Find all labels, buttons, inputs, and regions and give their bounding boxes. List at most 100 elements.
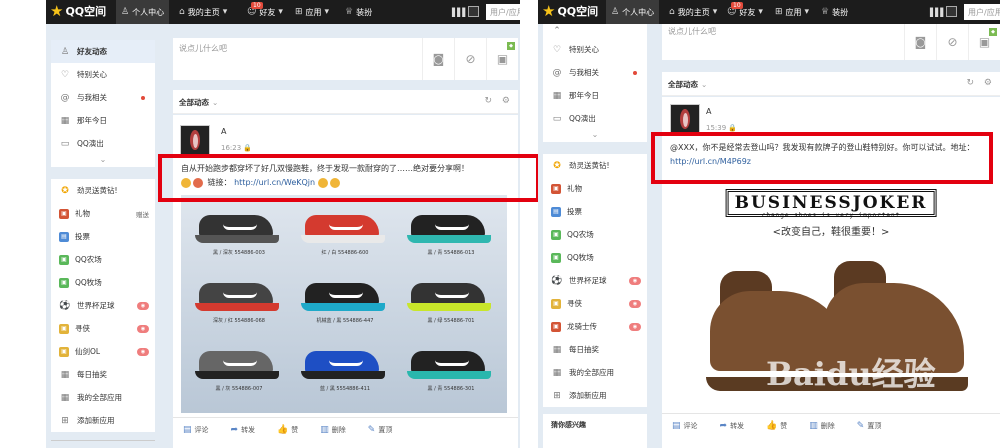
status-composer[interactable]: 说点儿什么吧 ◙ ⊘ ▣ ◆	[173, 38, 518, 80]
sidebar-item-label: 世界杯足球	[77, 301, 115, 310]
nav-friends[interactable]: ☺ 好友 ▾	[242, 0, 288, 24]
shoe-caption: 深灰 / 红 554886-068	[213, 318, 265, 324]
gear-icon[interactable]: ⚙	[502, 96, 510, 106]
dress-icon: ♕	[345, 7, 354, 17]
signal-bars-icon[interactable]: ▌▌▌	[452, 8, 469, 17]
comment-icon: ▤	[672, 420, 681, 431]
all-apps-icon: ▦	[60, 392, 70, 403]
sidebar-item-special-care[interactable]: ♡ 特别关心	[51, 63, 155, 86]
attach-link-button[interactable]: ⊘	[936, 24, 968, 60]
sidebar-app-xunxia[interactable]: ▣ 寻侠 ◉	[51, 317, 155, 340]
sidebar-app-xunxia[interactable]: ▣ 寻侠 ◉	[543, 292, 647, 315]
sidebar-app-world-cup[interactable]: ⚽ 世界杯足球 ◉	[543, 269, 647, 292]
post-author[interactable]: A	[221, 127, 226, 136]
sidebar-app-add-new[interactable]: ⊞ 添加新应用	[543, 384, 647, 407]
window-icon[interactable]	[946, 6, 957, 17]
window-icon[interactable]	[468, 6, 479, 17]
more-tools-button[interactable]: ▣ ◆	[968, 24, 1000, 60]
status-composer[interactable]: 说点儿什么吧 ◙ ⊘ ▣ ◆	[662, 24, 1000, 60]
repost-button[interactable]: ➦ 转发	[720, 421, 745, 431]
gift-send-link[interactable]: 赠送	[136, 209, 149, 219]
nav-apps[interactable]: ⊞ 应用 ▾	[770, 0, 814, 24]
sidebar-app-qq-farm[interactable]: ▣ QQ农场	[51, 248, 155, 271]
sidebar-item-label: 每日抽奖	[77, 370, 107, 379]
chevron-down-icon[interactable]: ⌄	[51, 155, 155, 167]
nav-apps[interactable]: ⊞ 应用 ▾	[290, 0, 334, 24]
repost-button[interactable]: ➦ 转发	[231, 425, 256, 435]
signal-bars-icon[interactable]: ▌▌▌	[930, 8, 947, 17]
like-button[interactable]: 👍 赞	[766, 421, 787, 431]
action-label: 删除	[331, 425, 346, 434]
nav-personal-center[interactable]: ♙ 个人中心	[606, 0, 660, 24]
sidebar-app-xianjian[interactable]: ▣ 仙剑OL ◉	[51, 340, 155, 363]
pin-button[interactable]: ✎ 置顶	[368, 425, 393, 435]
photo-button[interactable]: ◙	[422, 38, 454, 80]
sidebar-app-qq-farm[interactable]: ▣ QQ农场	[543, 223, 647, 246]
nav-my-homepage[interactable]: ⌂ 我的主页 ▾	[174, 0, 232, 24]
ranch-icon: ▣	[551, 252, 561, 263]
comment-button[interactable]: ▤ 评论	[672, 421, 698, 431]
post-author[interactable]: A	[706, 107, 711, 116]
shoe-product: 黑 / 青 554886-013	[401, 209, 501, 256]
nav-decorate[interactable]: ♕ 装扮	[340, 0, 377, 24]
comment-button[interactable]: ▤ 评论	[183, 425, 209, 435]
attach-link-button[interactable]: ⊘	[454, 38, 486, 80]
sidebar-item-that-year-today[interactable]: ▦ 那年今日	[543, 84, 647, 107]
chevron-down-icon[interactable]: ⌄	[543, 130, 647, 142]
avatar[interactable]	[670, 104, 700, 134]
like-button[interactable]: 👍 赞	[277, 425, 298, 435]
ranch-icon: ▣	[59, 277, 69, 288]
delete-button[interactable]: ▥ 删除	[809, 421, 835, 431]
sidebar-app-vote[interactable]: ▤ 投票	[543, 200, 647, 223]
nav-personal-center[interactable]: ♙ 个人中心	[116, 0, 170, 24]
sidebar-app-gift[interactable]: ▣ 礼物 赠送	[51, 202, 155, 225]
sidebar-app-qq-ranch[interactable]: ▣ QQ牧场	[51, 271, 155, 294]
sidebar-app-qq-ranch[interactable]: ▣ QQ牧场	[543, 246, 647, 269]
sidebar-app-daily-lottery[interactable]: ▦ 每日抽奖	[51, 363, 155, 386]
sidebar-app-all-apps[interactable]: ▦ 我的全部应用	[543, 361, 647, 384]
sidebar-item-friend-feed[interactable]: ♙ 好友动态	[51, 40, 155, 63]
feed-filter[interactable]: 全部动态 ⌄	[668, 79, 707, 90]
refresh-icon[interactable]: ↻	[484, 96, 492, 106]
sidebar-item-qq-show[interactable]: ▭ QQ演出	[51, 132, 155, 155]
qzone-logo[interactable]: ★ QQ空间	[542, 3, 598, 19]
sidebar-app-all-apps[interactable]: ▦ 我的全部应用	[51, 386, 155, 409]
nav-my-homepage[interactable]: ⌂ 我的主页 ▾	[664, 0, 722, 24]
search-input[interactable]: 用户/应用	[486, 4, 520, 20]
photo-button[interactable]: ◙	[904, 24, 936, 60]
refresh-icon[interactable]: ↻	[966, 78, 974, 88]
shoe-caption: 黑 / 灰 554886-007	[215, 386, 263, 392]
feed-header: 全部动态 ⌄ ↻ ⚙	[662, 72, 1000, 96]
sidebar-item-special-care[interactable]: ♡ 特别关心	[543, 38, 647, 61]
vote-icon: ▤	[551, 206, 561, 217]
sidebar-item-qq-show[interactable]: ▭ QQ演出	[543, 107, 647, 130]
sidebar-app-add-new[interactable]: ⊞ 添加新应用	[51, 409, 155, 432]
sidebar-item-that-year-today[interactable]: ▦ 那年今日	[51, 109, 155, 132]
sidebar-item-related-to-me[interactable]: @ 与我相关	[51, 86, 155, 109]
feed-filter[interactable]: 全部动态 ⌄	[179, 97, 218, 108]
search-input[interactable]: 用户/应用	[964, 4, 1000, 20]
avatar[interactable]	[180, 125, 210, 155]
post-image-shoes[interactable]: 黑 / 深灰 554886-003 红 / 白 554886-600 黑 / 青 5…	[181, 195, 507, 413]
delete-button[interactable]: ▥ 删除	[320, 425, 346, 435]
post-image-boots-ad[interactable]: BUSINESSJOKER change shoes is very impor…	[670, 189, 992, 411]
sidebar-item-friend-feed-partial[interactable]: ⌃	[543, 24, 647, 38]
sidebar-app-dragon-knight[interactable]: ▣ 龙骑士传 ◉	[543, 315, 647, 338]
vote-icon: ▤	[59, 231, 69, 242]
sidebar-app-yellow-diamond[interactable]: ✪ 劲灵送黄钻!	[51, 179, 155, 202]
sidebar-app-daily-lottery[interactable]: ▦ 每日抽奖	[543, 338, 647, 361]
sidebar-item-label: 劲灵送黄钻!	[77, 186, 118, 195]
pin-button[interactable]: ✎ 置顶	[857, 421, 882, 431]
nav-friends[interactable]: ☺ 好友 ▾	[722, 0, 768, 24]
qzone-logo[interactable]: ★ QQ空间	[50, 3, 106, 19]
sidebar-app-vote[interactable]: ▤ 投票	[51, 225, 155, 248]
sidebar-item-related-to-me[interactable]: @ 与我相关	[543, 61, 647, 84]
sidebar-app-world-cup[interactable]: ⚽ 世界杯足球 ◉	[51, 294, 155, 317]
gear-icon[interactable]: ⚙	[984, 78, 992, 88]
thumbs-up-icon: 👍	[277, 424, 289, 435]
sidebar-app-yellow-diamond[interactable]: ✪ 劲灵送黄钻!	[543, 154, 647, 177]
nav-decorate[interactable]: ♕ 装扮	[816, 0, 853, 24]
ad-slogan: change shoes is very important	[761, 212, 901, 219]
sidebar-app-gift[interactable]: ▣ 礼物	[543, 177, 647, 200]
more-tools-button[interactable]: ▣ ◆	[486, 38, 518, 80]
